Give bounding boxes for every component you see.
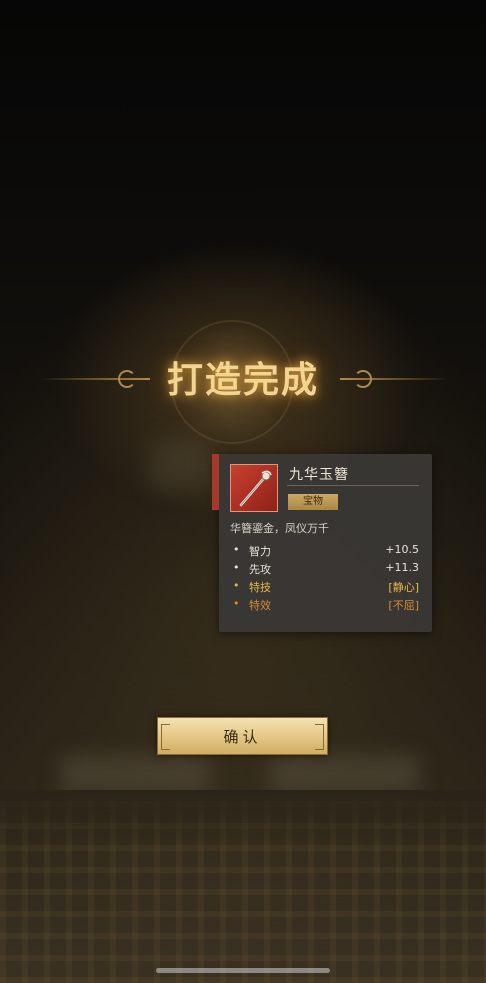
- confirm-button[interactable]: 确认: [157, 717, 328, 755]
- card-accent: [212, 454, 219, 510]
- button-corner-right: [315, 724, 324, 750]
- page-title: 打造完成: [166, 359, 319, 401]
- stat-name: 特效: [249, 599, 271, 612]
- bullet-icon: •: [233, 579, 240, 592]
- stat-row: • 智力 +10.5: [233, 543, 419, 561]
- stat-name: 特技: [249, 581, 271, 594]
- effect-value[interactable]: [不屈]: [388, 597, 419, 613]
- floor-fade: [0, 790, 486, 850]
- name-divider: [287, 485, 419, 486]
- item-card: 九华玉簪 宝物 华簪鎏金，凤仪万千 • 智力 +10.5 • 先攻 +11.3 …: [212, 454, 432, 632]
- stat-row: • 先攻 +11.3: [233, 561, 419, 579]
- item-name: 九华玉簪: [289, 467, 349, 483]
- button-corner-left: [161, 724, 170, 750]
- stat-row: • 特效 [不屈]: [233, 597, 419, 615]
- background-blur-panel: [270, 755, 420, 795]
- stat-name: 智力: [249, 545, 271, 558]
- background-blur-panel: [150, 440, 210, 490]
- skill-value[interactable]: [静心]: [388, 579, 419, 595]
- stat-row: • 特技 [静心]: [233, 579, 419, 597]
- rarity-badge: 宝物: [288, 494, 338, 510]
- stat-name: 先攻: [249, 563, 271, 576]
- bullet-icon: •: [233, 597, 240, 610]
- bullet-icon: •: [233, 561, 240, 574]
- stat-value: +10.5: [385, 543, 419, 556]
- confirm-label: 确认: [223, 727, 262, 746]
- background-blur-panel: [60, 755, 210, 795]
- hairpin-icon[interactable]: [230, 464, 278, 512]
- bullet-icon: •: [233, 543, 240, 556]
- home-indicator[interactable]: [156, 968, 330, 973]
- stat-value: +11.3: [385, 561, 419, 574]
- item-description: 华簪鎏金，凤仪万千: [230, 522, 329, 535]
